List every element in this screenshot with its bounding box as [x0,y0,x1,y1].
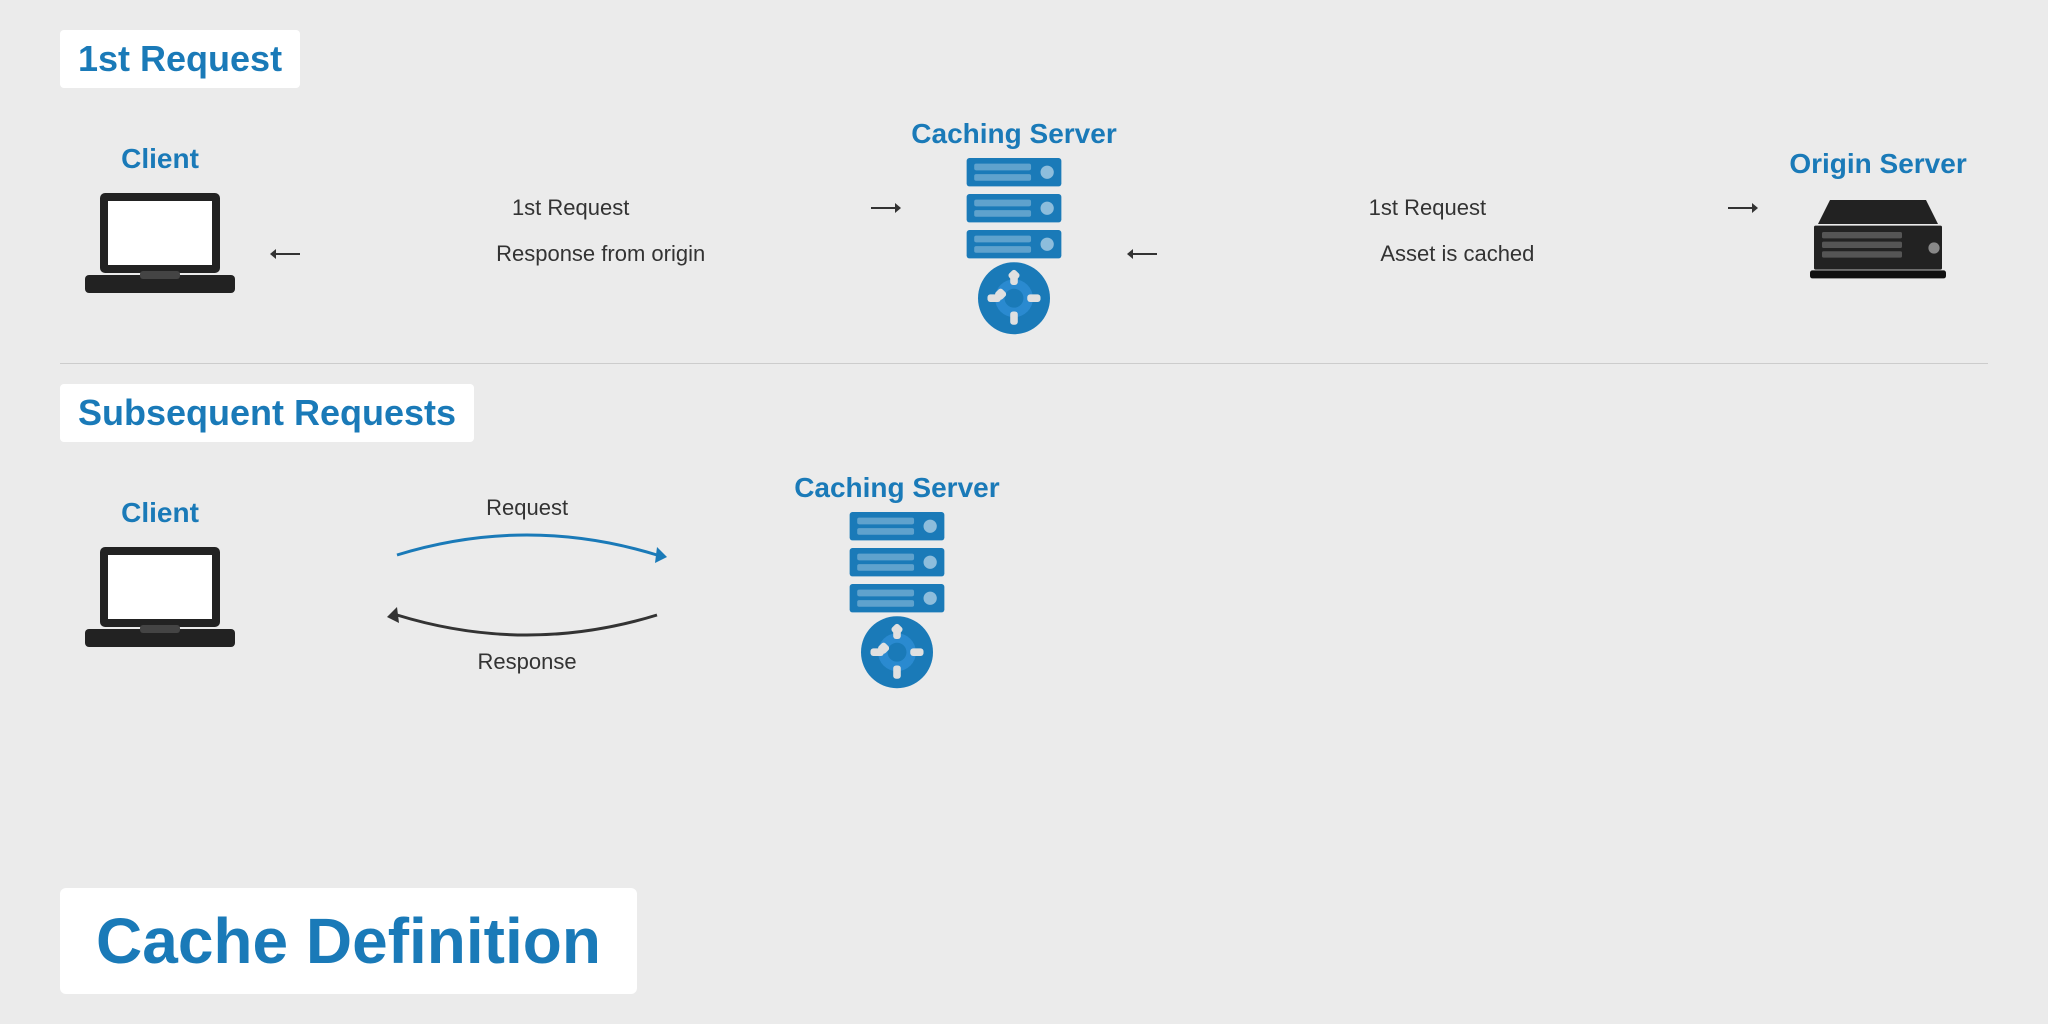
subsequent-requests-title-row: Subsequent Requests [60,384,1988,452]
first-request-title-row: 1st Request [60,30,1988,98]
arrow-row-asset-cached: Asset is cached [1127,241,1758,267]
arrow-label-asset-cached: Asset is cached [1157,241,1758,267]
caching-server-node-bottom: Caching Server [794,472,999,697]
laptop-icon-bottom [80,537,240,672]
server-icon-top [934,158,1094,343]
server-icon-bottom [817,512,977,697]
arrow-row-1st-request-top: 1st Request [270,195,901,221]
arrow-area-2: 1st Request Asset is cached [1117,195,1768,267]
main-container: 1st Request Client [0,0,2048,1024]
arrow-right-icon-1 [871,198,901,218]
subsequent-requests-section: Subsequent Requests Client [60,384,1988,697]
caching-server-node-top: Caching Server [911,118,1116,343]
client-label-top: Client [121,143,199,175]
cache-definition-label: Cache Definition [96,905,601,977]
caching-server-label-top: Caching Server [911,118,1116,150]
origin-server-label: Origin Server [1789,148,1966,180]
caching-server-label-bottom: Caching Server [794,472,999,504]
arrow-label-request: Request [486,495,568,521]
first-request-label: 1st Request [60,30,300,88]
origin-server-node: Origin Server [1768,148,1988,313]
arrow-right-icon-2 [1728,198,1758,218]
subsequent-diagram: Client Request [60,472,1988,697]
arrow-label-1st-request: 1st Request [270,195,871,221]
arrow-left-icon-1 [270,244,300,264]
arrow-row-1st-request-2-top: 1st Request [1127,195,1758,221]
arrow-area-1: 1st Request Response from origin [260,195,911,267]
origin-server-icon [1798,188,1958,313]
arrow-label-1st-request-2: 1st Request [1127,195,1728,221]
arrow-label-response-from-origin: Response from origin [300,241,901,267]
cache-definition-box: Cache Definition [60,888,637,994]
first-request-section: 1st Request Client [60,30,1988,343]
client-label-bottom: Client [121,497,199,529]
laptop-icon-top [80,183,240,318]
client-node-top: Client [60,143,260,318]
arrow-row-response-from-origin: Response from origin [270,241,901,267]
subsequent-requests-label: Subsequent Requests [60,384,474,442]
arrow-left-icon-2 [1127,244,1157,264]
arrow-label-response: Response [478,649,577,675]
first-request-diagram: Client [60,118,1988,343]
curved-arrow-area: Request Response [260,495,794,675]
divider [60,363,1988,364]
client-node-bottom: Client [60,497,260,672]
curved-arrows-svg [377,525,677,645]
curved-arrows-wrapper: Request Response [280,495,774,675]
